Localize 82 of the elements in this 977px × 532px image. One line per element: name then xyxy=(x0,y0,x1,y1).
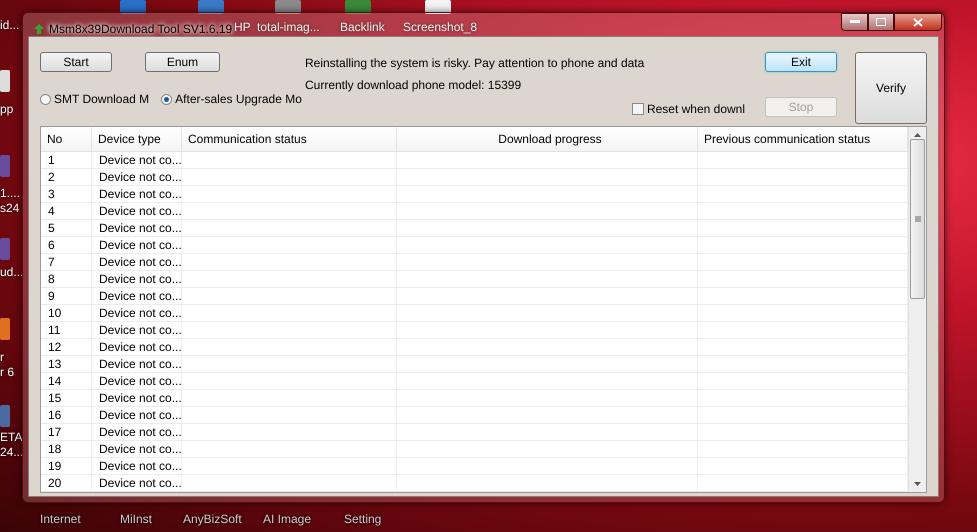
desktop-icon-label[interactable]: MiInst xyxy=(120,512,152,527)
desktop-icon-label[interactable]: id... xyxy=(0,18,20,33)
table-cell: Device not co... xyxy=(92,271,182,287)
radio-circle[interactable] xyxy=(40,94,51,104)
table-cell: 16 xyxy=(41,407,92,423)
radio-circle[interactable] xyxy=(161,94,172,104)
table-cell: 2 xyxy=(41,169,92,185)
table-cell: 3 xyxy=(41,186,92,202)
table-cell: Device not co... xyxy=(92,356,182,372)
table-cell: 12 xyxy=(41,339,92,355)
table-cell: Device not co... xyxy=(92,424,182,440)
window-title: Msm8x39Download Tool SV1.6.19 xyxy=(49,22,232,36)
table-cell: Device not co... xyxy=(92,169,182,185)
verify-button[interactable]: Verify xyxy=(855,52,927,124)
table-cell: 13 xyxy=(41,356,92,372)
table-cell: Device not co... xyxy=(92,322,182,338)
scroll-down-icon[interactable] xyxy=(914,482,921,486)
desktop-icon-label[interactable]: Setting xyxy=(344,512,382,527)
minimize-icon xyxy=(850,20,860,24)
vertical-scrollbar[interactable] xyxy=(908,127,926,492)
table-cell: Device not co... xyxy=(92,203,182,219)
start-button[interactable]: Start xyxy=(40,52,112,72)
desktop-icon-label[interactable]: AI Image xyxy=(263,512,312,527)
table-cell: Device not co... xyxy=(92,220,182,236)
desktop-icon-label[interactable]: ETA 24... xyxy=(0,430,24,460)
app-icon xyxy=(33,22,45,34)
desktop-icon-label[interactable]: Internet xyxy=(40,512,81,527)
table-cell: 10 xyxy=(41,305,92,321)
scroll-up-icon[interactable] xyxy=(914,133,921,137)
table-cell: Device not co... xyxy=(92,458,182,474)
desktop-icon-label[interactable]: Backlink xyxy=(340,20,385,35)
desktop-shortcut-icon[interactable] xyxy=(425,0,451,14)
exit-button[interactable]: Exit xyxy=(765,52,837,72)
desktop-icon-label[interactable]: pp xyxy=(0,102,14,117)
table-cell: Device not co... xyxy=(92,373,182,389)
table-cell: Device not co... xyxy=(92,339,182,355)
column-header[interactable]: No xyxy=(41,127,92,151)
desktop-icon-label[interactable]: total-imag... xyxy=(257,20,320,35)
table-cell: 9 xyxy=(41,288,92,304)
table-cell: Device not co... xyxy=(92,475,182,491)
table-cell: 11 xyxy=(41,322,92,338)
table-cell: 19 xyxy=(41,458,92,474)
desktop-icon-label[interactable]: HP xyxy=(234,20,251,35)
table-cell: Device not co... xyxy=(92,390,182,406)
table-cell: 17 xyxy=(41,424,92,440)
column-header[interactable]: Communication status xyxy=(182,127,397,151)
enum-button[interactable]: Enum xyxy=(145,52,220,72)
desktop-icon-label[interactable]: r r 6 xyxy=(0,350,14,380)
table-cell: 18 xyxy=(41,441,92,457)
minimize-button[interactable] xyxy=(841,13,868,31)
maximize-icon xyxy=(876,18,886,26)
table-cell: 5 xyxy=(41,220,92,236)
table-cell: 1 xyxy=(41,152,92,168)
table-cell: 6 xyxy=(41,237,92,253)
column-header[interactable]: Download progress xyxy=(397,127,698,151)
table-cell: Device not co... xyxy=(92,441,182,457)
table-cell: 15 xyxy=(41,390,92,406)
desktop-icon-label[interactable]: AnyBizSoft xyxy=(183,512,242,527)
status-message: Currently download phone model: 15399 xyxy=(305,77,522,94)
scrollbar-thumb[interactable] xyxy=(910,139,925,299)
table-cell: Device not co... xyxy=(92,407,182,423)
close-button[interactable] xyxy=(894,13,942,31)
table-cell: 14 xyxy=(41,373,92,389)
table-cell: 8 xyxy=(41,271,92,287)
table-cell: Device not co... xyxy=(92,254,182,270)
table-cell: Device not co... xyxy=(92,288,182,304)
table-cell: Device not co... xyxy=(92,237,182,253)
checkbox[interactable] xyxy=(632,103,644,115)
desktop-icon-label[interactable]: Screenshot_8 xyxy=(403,20,478,35)
table-cell: 7 xyxy=(41,254,92,270)
grip-icon xyxy=(914,216,920,222)
table-cell: Device not co... xyxy=(92,152,182,168)
status-message: Reinstalling the system is risky. Pay attention to phone and data xyxy=(305,55,646,72)
maximize-button[interactable] xyxy=(868,13,894,31)
table-cell: 4 xyxy=(41,203,92,219)
table-cell: Device not co... xyxy=(92,305,182,321)
column-header[interactable]: Device type xyxy=(92,127,182,151)
desktop-icon-label[interactable]: 1.... s24 xyxy=(0,186,20,216)
desktop-icon-label[interactable]: ud... xyxy=(0,265,24,280)
table-cell: 20 xyxy=(41,475,92,491)
close-icon xyxy=(913,18,923,26)
table-cell: Device not co... xyxy=(92,186,182,202)
